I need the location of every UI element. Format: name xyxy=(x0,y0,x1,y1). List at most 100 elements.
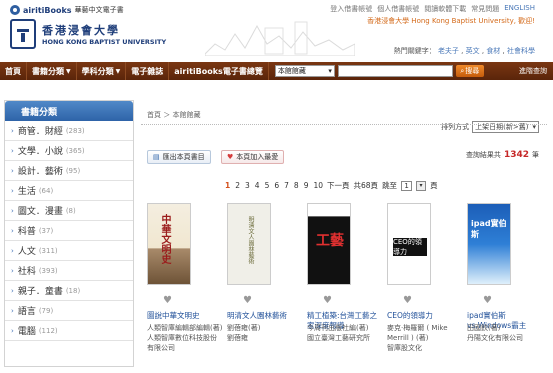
search-scope-select[interactable]: 本館館藏 ▾ xyxy=(274,65,335,77)
export-icon: ▤ xyxy=(153,153,160,161)
search-button[interactable]: ⌕ 搜尋 xyxy=(455,65,484,77)
category-item[interactable]: › 語言 (79) xyxy=(5,301,133,321)
category-count: (112) xyxy=(38,326,58,335)
author-text: 麥克·梅羅爾 ( Mike Merrill ) (著) xyxy=(387,324,448,342)
category-item[interactable]: › 生活 (64) xyxy=(5,181,133,201)
nav-airiti-overview[interactable]: airitiBooks電子書總覽 xyxy=(169,62,269,80)
chevron-down-icon[interactable]: ▾ xyxy=(416,180,427,191)
jump-page-input[interactable]: 1 xyxy=(401,180,413,191)
airiti-logo-icon xyxy=(10,5,20,15)
category-count: (311) xyxy=(38,246,58,255)
book-author: 劉蓓雍(著) 劉蓓雍 xyxy=(227,323,303,343)
category-item[interactable]: › 文學．小說 (365) xyxy=(5,141,133,161)
category-count: (8) xyxy=(65,206,76,215)
nav-home[interactable]: 首頁 xyxy=(0,62,27,80)
nav-emagazines[interactable]: 電子雜誌 xyxy=(126,62,170,80)
book-cover[interactable]: CEO的領導力 xyxy=(387,203,431,285)
search-icon: ⌕ xyxy=(460,66,465,75)
page-link[interactable]: 9 xyxy=(304,181,309,190)
next-page-link[interactable]: 下一頁 xyxy=(327,180,350,191)
sort-control: 排列方式 上架日期(新>舊) ▾ xyxy=(441,121,539,133)
page-link[interactable]: 7 xyxy=(284,181,289,190)
book-card: 明清文人園林藝術 ♥ 明清文人園林藝術 劉蓓雍(著) 劉蓓雍 xyxy=(225,203,305,373)
hot-keyword[interactable]: 社會科學 xyxy=(507,47,535,55)
category-count: (18) xyxy=(65,286,81,295)
add-favorites-button[interactable]: ♥ 本頁加入最愛 xyxy=(221,150,285,164)
heart-icon[interactable]: ♥ xyxy=(163,295,172,306)
link-my-account[interactable]: 個人借書帳號 xyxy=(377,4,419,14)
university-name-en: HONG KONG BAPTIST UNIVERSITY xyxy=(42,38,167,46)
category-item[interactable]: › 設計．藝術 (95) xyxy=(5,161,133,181)
chevron-right-icon: › xyxy=(11,286,14,295)
page-link[interactable]: 3 xyxy=(245,181,250,190)
book-title[interactable]: 明清文人園林藝術 xyxy=(227,311,303,321)
page-link[interactable]: 4 xyxy=(255,181,260,190)
book-cover[interactable]: 中華文明史 xyxy=(147,203,191,285)
category-item[interactable]: › 科普 (37) xyxy=(5,221,133,241)
category-label: 文學．小說 xyxy=(17,147,63,157)
category-item[interactable]: › 社科 (393) xyxy=(5,261,133,281)
book-title[interactable]: 圖說中華文明史 xyxy=(147,311,223,321)
publisher-text: 智庫股文化 xyxy=(387,344,422,352)
category-item[interactable]: › 親子．童書 (18) xyxy=(5,281,133,301)
book-cover[interactable]: 工藝 xyxy=(307,203,351,285)
category-label: 親子．童書 xyxy=(17,287,63,297)
category-count: (365) xyxy=(65,146,85,155)
category-label: 生活 xyxy=(17,187,36,197)
category-item[interactable]: › 商管．財經 (283) xyxy=(5,121,133,141)
book-cover[interactable]: 明清文人園林藝術 xyxy=(227,203,271,285)
category-label: 圖文．漫畫 xyxy=(17,207,63,217)
author-text: 田國欽(著) xyxy=(467,324,501,332)
skyline-illustration xyxy=(205,21,355,56)
chevron-right-icon: › xyxy=(11,306,14,315)
sort-select[interactable]: 上架日期(新>舊) ▾ xyxy=(472,121,539,133)
publisher-text: 國立臺灣工藝研究所 xyxy=(307,334,370,342)
category-label: 商管．財經 xyxy=(17,127,63,137)
sidebar-title: 書籍分類 xyxy=(5,101,133,121)
page-link[interactable]: 2 xyxy=(235,181,240,190)
book-title[interactable]: CEO的領導力 xyxy=(387,311,463,321)
book-cover[interactable]: ipad實伯斯 xyxy=(467,203,511,285)
site-header: airitiBooks 華藝中文電子書 香港浸會大學 HONG KONG BAP… xyxy=(0,0,553,60)
search-input[interactable] xyxy=(337,65,453,77)
category-item[interactable]: › 人文 (311) xyxy=(5,241,133,261)
result-prefix: 查詢結果共 xyxy=(465,151,501,159)
cover-title: CEO的領導力 xyxy=(393,238,427,256)
heart-icon[interactable]: ♥ xyxy=(403,295,412,306)
heart-icon[interactable]: ♥ xyxy=(323,295,332,306)
chevron-right-icon: › xyxy=(11,266,14,275)
heart-icon[interactable]: ♥ xyxy=(483,295,492,306)
welcome-banner: 香港浸會大學 Hong Kong Baptist University, 歡迎! xyxy=(367,17,535,25)
hot-keyword[interactable]: 食材 xyxy=(486,47,500,55)
link-english[interactable]: ENGLISH xyxy=(504,4,535,14)
link-faq[interactable]: 常見問題 xyxy=(471,4,499,14)
book-author: 今周刊出版社編(著) 國立臺灣工藝研究所 xyxy=(307,323,383,343)
hot-keyword[interactable]: 老夫子 xyxy=(438,47,459,55)
advanced-search-link[interactable]: 進階查詢 xyxy=(519,66,547,76)
book-grid: 中華文明史 ♥ 圖說中華文明史 人類智庫編輯部編輯(著) 人類智庫數位科技股份有限… xyxy=(145,203,545,373)
page-link[interactable]: 6 xyxy=(274,181,279,190)
category-item[interactable]: › 電腦 (112) xyxy=(5,321,133,341)
brand-subtitle: 華藝中文電子書 xyxy=(74,6,124,14)
airiti-brand[interactable]: airitiBooks 華藝中文電子書 xyxy=(10,4,140,16)
hkbu-logo[interactable]: 香港浸會大學 HONG KONG BAPTIST UNIVERSITY xyxy=(10,18,210,50)
hot-keyword[interactable]: 英文 xyxy=(466,47,480,55)
cover-title: ipad實伯斯 xyxy=(471,219,507,239)
link-login[interactable]: 登入借書帳號 xyxy=(330,4,372,14)
nav-subject-categories[interactable]: 學科分類 ▼ xyxy=(77,62,127,80)
nav-book-categories[interactable]: 書籍分類 ▼ xyxy=(27,62,77,80)
page-link[interactable]: 10 xyxy=(313,181,323,190)
category-item[interactable]: › 圖文．漫畫 (8) xyxy=(5,201,133,221)
author-text: 今周刊出版社編(著) xyxy=(307,324,369,332)
export-page-button[interactable]: ▤ 匯出本頁書目 xyxy=(147,150,211,164)
page-link[interactable]: 1 xyxy=(225,181,230,190)
chevron-right-icon: › xyxy=(11,146,14,155)
top-links: 登入借書帳號 個人借書帳號 閱讀軟體下載 常見問題 ENGLISH xyxy=(330,4,535,14)
author-text: 人類智庫編輯部編輯(著) xyxy=(147,324,223,332)
page-link[interactable]: 8 xyxy=(294,181,299,190)
link-reader-download[interactable]: 閱讀軟體下載 xyxy=(424,4,466,14)
category-count: (283) xyxy=(65,126,85,135)
heart-icon[interactable]: ♥ xyxy=(243,295,252,306)
category-sidebar: 書籍分類 › 商管．財經 (283) › 文學．小說 (365) › 設計．藝術 (95) › 生活… xyxy=(4,100,134,367)
page-link[interactable]: 5 xyxy=(265,181,270,190)
